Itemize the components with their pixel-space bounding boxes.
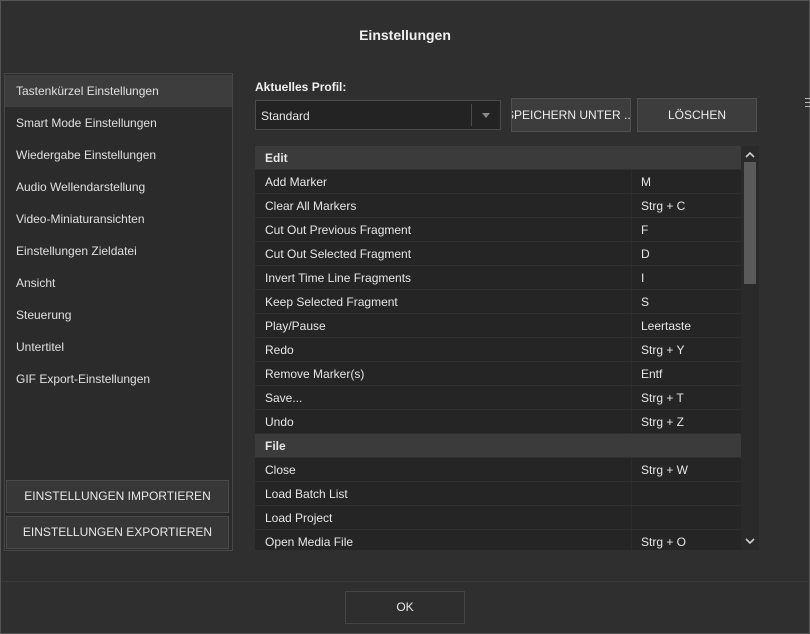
dialog-title: Einstellungen [359,27,451,43]
shortcut-row[interactable]: Add Marker M [255,170,741,194]
shortcut-key[interactable]: Entf [641,367,662,381]
action-name: Keep Selected Fragment [265,295,398,309]
category-name: File [265,439,286,453]
shortcut-key[interactable]: Strg + O [641,535,686,549]
sidebar-item[interactable]: Audio Wellendarstellung [5,171,232,203]
select-divider [471,104,472,126]
settings-dialog: Einstellungen Tastenkürzel Einstellungen… [0,0,810,634]
import-settings-button[interactable]: EINSTELLUNGEN IMPORTIEREN [6,480,229,513]
column-divider [631,458,632,481]
action-name: Load Project [265,511,333,525]
shortcut-key[interactable]: Leertaste [641,319,691,333]
action-name: Redo [265,343,294,357]
action-name: Invert Time Line Fragments [265,271,412,285]
action-name: Play/Pause [265,319,326,333]
column-divider [631,314,632,337]
column-divider [631,170,632,193]
shortcut-row[interactable]: Clear All Markers Strg + C [255,194,741,218]
column-divider [631,338,632,361]
action-name: Load Batch List [265,487,348,501]
profile-label: Aktuelles Profil: [255,80,347,94]
shortcut-table: Edit Add Marker M Clear All Markers Strg + C… [255,146,759,550]
shortcut-row[interactable]: Close Strg + W [255,458,741,482]
settings-category-list: Tastenkürzel Einstellungen Smart Mode Ein… [5,74,232,395]
column-divider [631,530,632,550]
export-settings-button[interactable]: EINSTELLUNGEN EXPORTIEREN [6,516,229,549]
sidebar-item[interactable]: Smart Mode Einstellungen [5,107,232,139]
save-as-button[interactable]: SPEICHERN UNTER ... [511,98,631,132]
shortcut-category-row[interactable]: Edit [255,146,741,170]
column-divider [631,410,632,433]
sidebar-item[interactable]: Untertitel [5,331,232,363]
profile-select[interactable]: Standard [255,100,501,130]
shortcut-row[interactable]: Cut Out Previous Fragment F [255,218,741,242]
action-name: Add Marker [265,175,328,189]
scroll-thumb[interactable] [744,162,756,284]
sidebar-item[interactable]: Steuerung [5,299,232,331]
shortcut-row[interactable]: Cut Out Selected Fragment D [255,242,741,266]
column-divider [631,482,632,505]
profile-select-value: Standard [261,109,310,123]
action-name: Undo [265,415,294,429]
footer-divider [2,581,808,582]
window-edge-icon [805,98,810,107]
action-name: Close [265,463,296,477]
shortcut-row[interactable]: Remove Marker(s) Entf [255,362,741,386]
action-name: Clear All Markers [265,199,357,213]
scroll-up-icon[interactable] [745,150,755,160]
shortcut-key[interactable]: S [641,295,649,309]
column-divider [631,290,632,313]
shortcut-key[interactable]: F [641,223,648,237]
action-name: Open Media File [265,535,354,549]
action-name: Cut Out Previous Fragment [265,223,412,237]
shortcut-row[interactable]: Load Project [255,506,741,530]
sidebar-item[interactable]: Video-Miniaturansichten [5,203,232,235]
shortcut-category-row[interactable]: File [255,434,741,458]
column-divider [631,362,632,385]
shortcut-key[interactable]: Strg + T [641,391,684,405]
action-name: Remove Marker(s) [265,367,365,381]
shortcut-key[interactable]: Strg + W [641,463,688,477]
ok-button[interactable]: OK [345,591,465,624]
shortcut-table-scrollbar[interactable] [741,146,759,550]
shortcut-key[interactable]: D [641,247,650,261]
shortcut-row[interactable]: Load Batch List [255,482,741,506]
sidebar-item[interactable]: Tastenkürzel Einstellungen [5,75,232,107]
shortcut-row[interactable]: Undo Strg + Z [255,410,741,434]
shortcut-key[interactable]: Strg + C [641,199,685,213]
shortcut-key[interactable]: Strg + Z [641,415,684,429]
column-divider [631,242,632,265]
shortcut-row[interactable]: Invert Time Line Fragments I [255,266,741,290]
shortcut-row[interactable]: Save... Strg + T [255,386,741,410]
sidebar-item[interactable]: Einstellungen Zieldatei [5,235,232,267]
column-divider [631,194,632,217]
category-name: Edit [265,151,288,165]
column-divider [631,218,632,241]
column-divider [631,386,632,409]
action-name: Save... [265,391,303,405]
column-divider [631,506,632,529]
settings-sidebar: Tastenkürzel Einstellungen Smart Mode Ein… [4,73,233,551]
shortcut-key[interactable]: Strg + Y [641,343,684,357]
sidebar-item[interactable]: Ansicht [5,267,232,299]
shortcut-row[interactable]: Open Media File Strg + O [255,530,741,550]
sidebar-item[interactable]: GIF Export-Einstellungen [5,363,232,395]
shortcut-row[interactable]: Keep Selected Fragment S [255,290,741,314]
save-as-label: SPEICHERN UNTER ... [511,108,631,122]
chevron-down-icon[interactable] [482,113,490,118]
sidebar-item[interactable]: Wiedergabe Einstellungen [5,139,232,171]
action-name: Cut Out Selected Fragment [265,247,412,261]
delete-profile-button[interactable]: LÖSCHEN [637,98,757,132]
shortcut-key[interactable]: I [641,271,644,285]
shortcut-key[interactable]: M [641,175,651,189]
scroll-down-icon[interactable] [745,536,755,546]
shortcut-row[interactable]: Redo Strg + Y [255,338,741,362]
shortcut-row[interactable]: Play/Pause Leertaste [255,314,741,338]
column-divider [631,266,632,289]
